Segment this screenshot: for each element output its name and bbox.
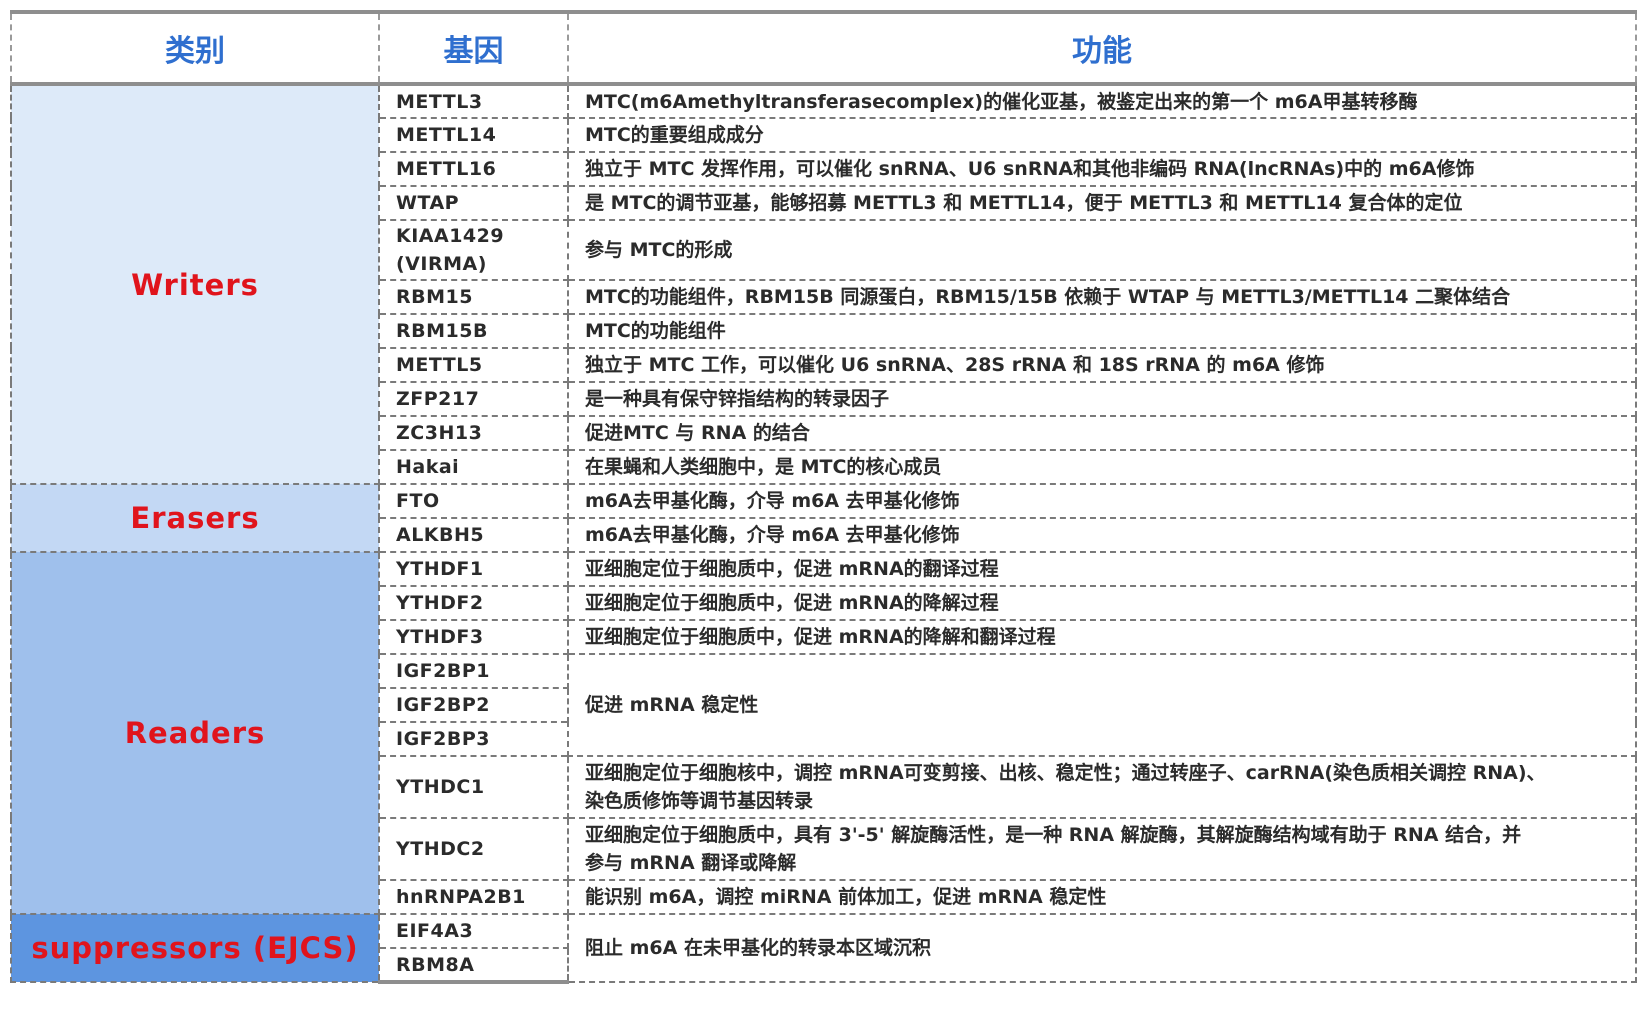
gene-cell: RBM8A (378, 947, 569, 984)
gene-function-table-wrapper: 类别 基因 功能 Writers METTL3 MTC(m6Amethyltra… (10, 10, 1637, 984)
gene-cell: Hakai (378, 449, 569, 485)
function-cell: 促进 mRNA 稳定性 (567, 653, 1637, 757)
gene-cell: METTL14 (378, 117, 569, 153)
gene-cell: hnRNPA2B1 (378, 879, 569, 915)
function-cell: 在果蝇和人类细胞中，是 MTC的核心成员 (567, 449, 1637, 485)
header-category: 类别 (10, 10, 380, 86)
m6a-regulator-table: 类别 基因 功能 Writers METTL3 MTC(m6Amethyltra… (10, 10, 1637, 984)
table-row: Erasers FTO m6A去甲基化酶，介导 m6A 去甲基化修饰 (10, 483, 1637, 553)
function-line2: 参与 mRNA 翻译或降解 (585, 852, 797, 874)
function-cell: 是 MTC的调节亚基，能够招募 METTL3 和 METTL14，便于 METT… (567, 185, 1637, 221)
function-cell: MTC的功能组件，RBM15B 同源蛋白，RBM15/15B 依赖于 WTAP … (567, 279, 1637, 315)
gene-cell: ALKBH5 (378, 517, 569, 553)
table-row: Writers METTL3 MTC(m6Amethyltransferasec… (10, 83, 1637, 485)
gene-cell: METTL16 (378, 151, 569, 187)
category-erasers: Erasers (10, 483, 380, 553)
gene-cell: RBM15B (378, 313, 569, 349)
function-cell: 是一种具有保守锌指结构的转录因子 (567, 381, 1637, 417)
header-function: 功能 (567, 10, 1637, 86)
gene-cell: RBM15 (378, 279, 569, 315)
gene-cell: METTL5 (378, 347, 569, 383)
function-cell: 亚细胞定位于细胞质中，促进 mRNA的翻译过程 (567, 551, 1637, 587)
gene-cell: YTHDC2 (378, 817, 569, 881)
function-cell: 促进MTC 与 RNA 的结合 (567, 415, 1637, 451)
function-line1: 亚细胞定位于细胞质中，具有 3'-5' 解旋酶活性，是一种 RNA 解旋酶，其解… (585, 824, 1522, 846)
function-cell: 亚细胞定位于细胞质中，促进 mRNA的降解和翻译过程 (567, 619, 1637, 655)
function-cell: MTC(m6Amethyltransferasecomplex)的催化亚基，被鉴… (567, 83, 1637, 119)
function-line1: 亚细胞定位于细胞核中，调控 mRNA可变剪接、出核、稳定性；通过转座子、carR… (585, 762, 1546, 784)
gene-cell: WTAP (378, 185, 569, 221)
function-cell: 能识别 m6A，调控 miRNA 前体加工，促进 mRNA 稳定性 (567, 879, 1637, 915)
function-cell: 参与 MTC的形成 (567, 219, 1637, 281)
function-cell: 阻止 m6A 在未甲基化的转录本区域沉积 (567, 913, 1637, 983)
function-cell: MTC的重要组成成分 (567, 117, 1637, 153)
function-cell: 独立于 MTC 工作，可以催化 U6 snRNA、28S rRNA 和 18S … (567, 347, 1637, 383)
function-line2: 染色质修饰等调节基因转录 (585, 790, 814, 812)
gene-cell: ZC3H13 (378, 415, 569, 451)
function-cell: 亚细胞定位于细胞质中，具有 3'-5' 解旋酶活性，是一种 RNA 解旋酶，其解… (567, 817, 1637, 881)
gene-cell: YTHDC1 (378, 755, 569, 819)
category-writers: Writers (10, 83, 380, 485)
category-suppressors: suppressors (EJCS) (10, 913, 380, 983)
header-gene: 基因 (378, 10, 569, 86)
gene-cell: YTHDF3 (378, 619, 569, 655)
header-row: 类别 基因 功能 (10, 10, 1637, 86)
function-cell: 独立于 MTC 发挥作用，可以催化 snRNA、U6 snRNA和其他非编码 R… (567, 151, 1637, 187)
gene-cell: YTHDF2 (378, 585, 569, 621)
gene-name-line1: KIAA1429 (396, 225, 505, 247)
gene-cell: METTL3 (378, 83, 569, 119)
function-cell: m6A去甲基化酶，介导 m6A 去甲基化修饰 (567, 483, 1637, 519)
gene-name-line2: (VIRMA) (396, 253, 487, 275)
gene-cell: EIF4A3 (378, 913, 569, 949)
gene-cell: FTO (378, 483, 569, 519)
table-row: suppressors (EJCS) EIF4A3 阻止 m6A 在未甲基化的转… (10, 913, 1637, 983)
function-cell: 亚细胞定位于细胞核中，调控 mRNA可变剪接、出核、稳定性；通过转座子、carR… (567, 755, 1637, 819)
category-readers: Readers (10, 551, 380, 915)
gene-cell: IGF2BP1 (378, 653, 569, 689)
gene-cell: KIAA1429 (VIRMA) (378, 219, 569, 281)
table-row: Readers YTHDF1 亚细胞定位于细胞质中，促进 mRNA的翻译过程 (10, 551, 1637, 915)
gene-cell: YTHDF1 (378, 551, 569, 587)
gene-cell: IGF2BP3 (378, 721, 569, 757)
gene-cell: IGF2BP2 (378, 687, 569, 723)
gene-cell: ZFP217 (378, 381, 569, 417)
function-cell: m6A去甲基化酶，介导 m6A 去甲基化修饰 (567, 517, 1637, 553)
function-cell: MTC的功能组件 (567, 313, 1637, 349)
function-cell: 亚细胞定位于细胞质中，促进 mRNA的降解过程 (567, 585, 1637, 621)
